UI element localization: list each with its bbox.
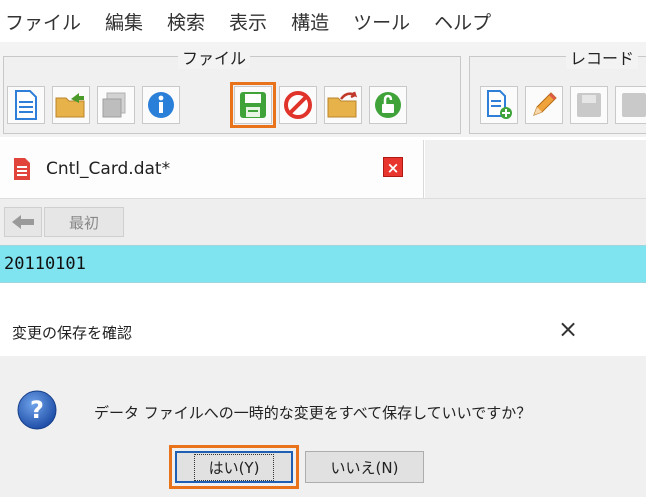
menu-file[interactable]: ファイル xyxy=(5,8,81,35)
edit-record-button[interactable] xyxy=(525,86,563,124)
first-record-button[interactable]: 最初 xyxy=(44,207,124,237)
previous-button[interactable] xyxy=(4,207,42,237)
arrow-left-icon xyxy=(12,215,34,229)
add-record-icon xyxy=(487,90,512,119)
export-folder-button[interactable] xyxy=(324,86,362,124)
open-folder-button[interactable] xyxy=(52,86,90,124)
save-record-disabled-button[interactable] xyxy=(570,86,608,124)
toolbar-group-record: レコード xyxy=(469,45,646,134)
record-value: 20110101 xyxy=(4,254,86,274)
record-navigation: 最初 xyxy=(0,198,646,245)
confirm-dialog: ? データ ファイルへの一時的な変更をすべて保存していいですか？ はい(Y) い… xyxy=(0,356,646,497)
info-icon xyxy=(148,92,174,118)
record-extra-button[interactable] xyxy=(615,86,646,124)
yes-button-label: はい(Y) xyxy=(193,453,275,481)
tab-close-icon[interactable]: × xyxy=(383,157,403,177)
open-folder-icon xyxy=(55,93,85,118)
toolbar-group-file: ファイル xyxy=(3,45,461,134)
copy-disabled-button[interactable] xyxy=(97,86,135,124)
menu-help[interactable]: ヘルプ xyxy=(434,8,491,35)
menu-tools[interactable]: ツール xyxy=(353,8,410,35)
tab-bar-empty xyxy=(425,140,646,198)
unlock-icon xyxy=(375,92,401,118)
toolbar: ファイル レコード xyxy=(0,42,646,137)
new-file-button[interactable] xyxy=(7,86,45,124)
tab-cntl-card[interactable]: Cntl_Card.dat* × xyxy=(0,140,424,198)
save-disk-icon xyxy=(240,92,266,118)
info-button[interactable] xyxy=(142,86,180,124)
toolbar-group-record-label: レコード xyxy=(566,45,639,69)
copy-folder-icon xyxy=(102,92,126,118)
disk-disabled-icon xyxy=(577,93,601,117)
no-button[interactable]: いいえ(N) xyxy=(305,451,424,483)
new-document-icon xyxy=(15,90,37,120)
dialog-close-icon[interactable]: × xyxy=(558,314,578,344)
record-row[interactable]: 20110101 xyxy=(0,245,646,283)
dialog-title: 変更の保存を確認 xyxy=(12,324,133,342)
menu-bar: ファイル 編集 検索 表示 構造 ツール ヘルプ xyxy=(0,0,646,42)
menu-view[interactable]: 表示 xyxy=(229,8,267,35)
document-red-icon xyxy=(14,158,30,180)
folder-export-icon xyxy=(327,91,358,118)
unlock-button[interactable] xyxy=(369,86,407,124)
save-button[interactable] xyxy=(230,82,276,128)
add-record-button[interactable] xyxy=(480,86,518,124)
dialog-message: データ ファイルへの一時的な変更をすべて保存していいですか？ xyxy=(94,404,532,422)
menu-structure[interactable]: 構造 xyxy=(291,8,329,35)
question-icon: ? xyxy=(17,390,57,430)
svg-text:?: ? xyxy=(30,396,44,424)
tab-label: Cntl_Card.dat* xyxy=(46,159,171,179)
menu-edit[interactable]: 編集 xyxy=(105,8,143,35)
cancel-button[interactable] xyxy=(279,86,317,124)
yes-button[interactable]: はい(Y) xyxy=(175,451,293,483)
prohibit-icon xyxy=(284,91,312,119)
menu-search[interactable]: 検索 xyxy=(167,8,205,35)
toolbar-group-file-label: ファイル xyxy=(178,45,251,69)
disk-disabled-icon-2 xyxy=(622,93,646,117)
tab-bar: Cntl_Card.dat* × xyxy=(0,140,646,198)
pencil-icon xyxy=(533,92,557,116)
